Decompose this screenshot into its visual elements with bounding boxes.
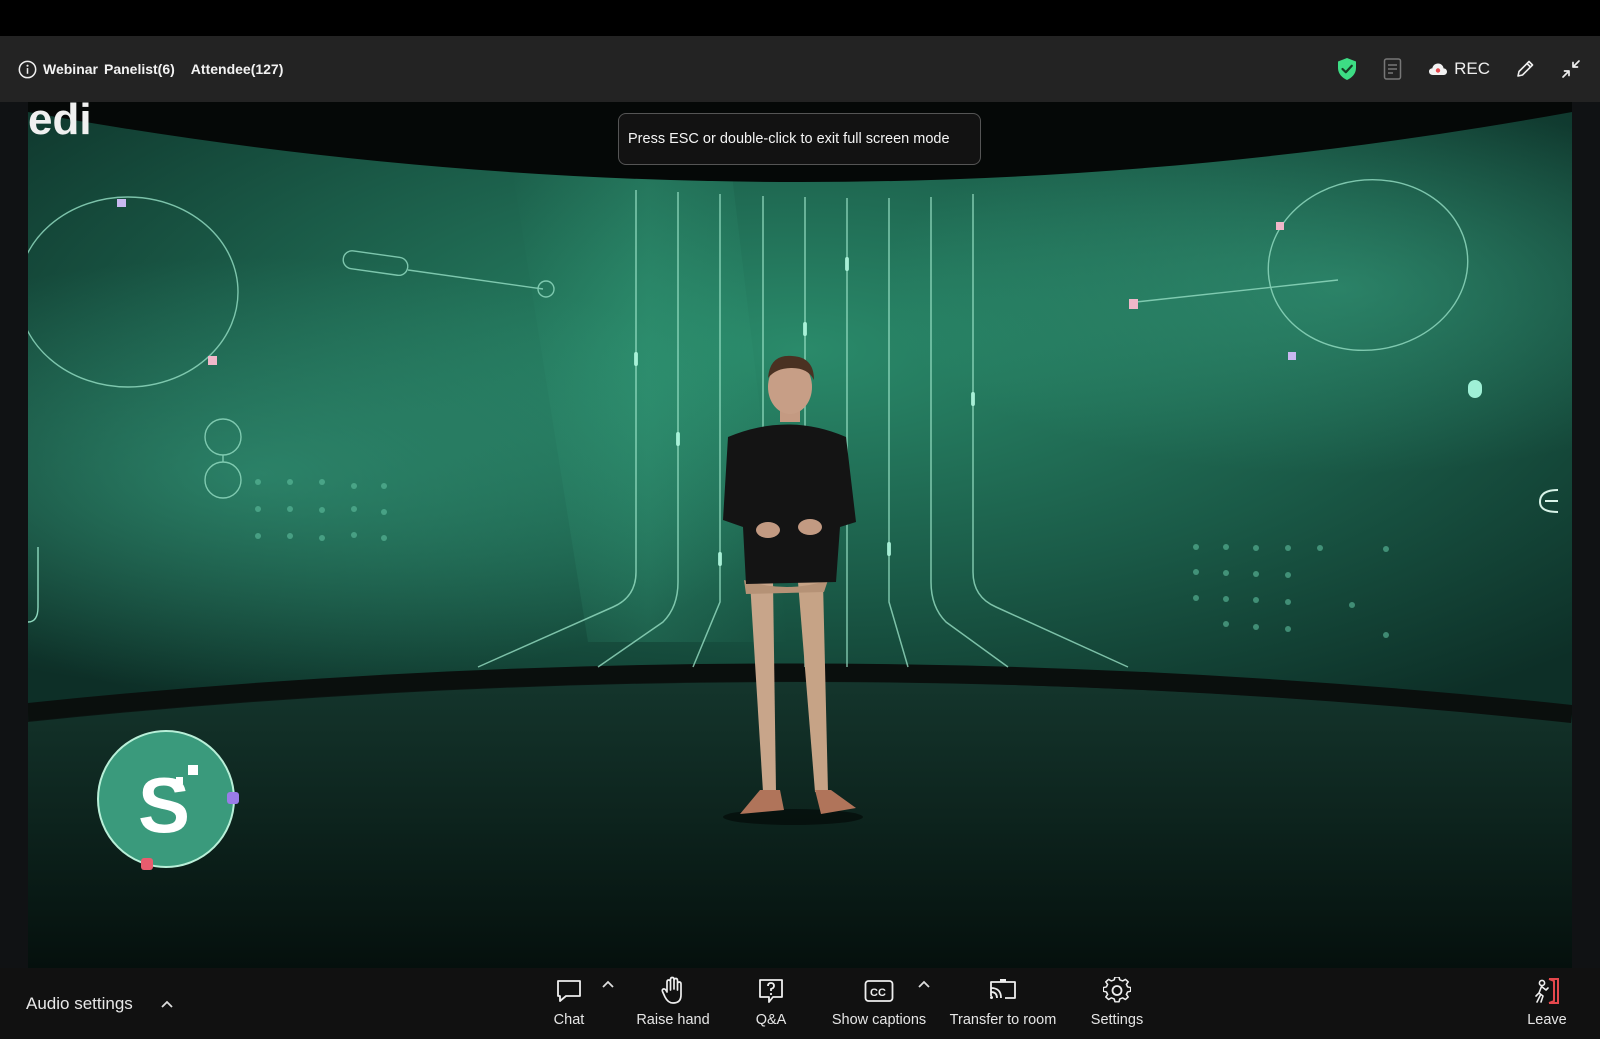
- info-icon[interactable]: [18, 60, 37, 79]
- presenter-video: S edi: [28, 102, 1572, 968]
- transfer-to-room-button[interactable]: Transfer to room: [948, 974, 1058, 1034]
- audio-settings-label: Audio settings: [26, 993, 133, 1013]
- cloud-icon: [1429, 63, 1448, 75]
- show-captions-button[interactable]: CC Show captions: [826, 974, 932, 1034]
- qa-label: Q&A: [755, 1012, 787, 1028]
- fullscreen-notification: Press ESC or double-click to exit full s…: [618, 113, 981, 165]
- panelist-count[interactable]: Panelist(6): [104, 61, 175, 77]
- chat-label: Chat: [553, 1012, 585, 1028]
- closed-captions-icon: CC: [864, 980, 894, 1002]
- attendee-count[interactable]: Attendee(127): [191, 61, 284, 77]
- captions-options-chevron-icon[interactable]: [918, 980, 930, 988]
- exit-door-icon: [1535, 978, 1559, 1004]
- question-icon: [759, 979, 783, 1003]
- svg-text:CC: CC: [870, 987, 886, 999]
- show-captions-label: Show captions: [831, 1012, 927, 1028]
- system-top-bar: [0, 0, 1600, 36]
- raise-hand-label: Raise hand: [636, 1012, 710, 1028]
- notes-icon[interactable]: [1382, 57, 1404, 81]
- chat-button[interactable]: Chat: [543, 974, 595, 1034]
- exit-fullscreen-icon[interactable]: [1560, 58, 1582, 80]
- meeting-toolbar: Audio settings Chat Raise hand Q&A CC Sh…: [0, 968, 1600, 1039]
- security-shield-icon[interactable]: [1336, 57, 1358, 81]
- notification-text: Press ESC or double-click to exit full s…: [628, 131, 950, 147]
- logo-letter: S: [138, 761, 190, 849]
- chevron-up-icon: [161, 1000, 173, 1008]
- meeting-type: Webinar: [43, 61, 98, 77]
- meeting-info: Webinar Panelist(6) Attendee(127): [18, 60, 283, 79]
- transfer-to-room-label: Transfer to room: [949, 1012, 1057, 1028]
- chat-bubble-icon: [557, 980, 581, 1002]
- corner-brand-text: edi: [28, 102, 92, 144]
- raise-hand-button[interactable]: Raise hand: [632, 974, 714, 1034]
- settings-button[interactable]: Settings: [1084, 974, 1150, 1034]
- leave-label: Leave: [1527, 1012, 1567, 1028]
- cloud-recording-button[interactable]: REC: [1428, 59, 1490, 79]
- audio-settings-button[interactable]: Audio settings: [26, 968, 173, 1039]
- meeting-header: Webinar Panelist(6) Attendee(127) REC: [0, 36, 1600, 102]
- video-stage: S edi: [0, 102, 1600, 968]
- chat-options-chevron-icon[interactable]: [602, 980, 614, 988]
- qa-button[interactable]: Q&A: [748, 974, 794, 1034]
- cast-screen-icon: [990, 979, 1016, 999]
- gear-icon: [1103, 977, 1131, 1003]
- settings-label: Settings: [1090, 1012, 1144, 1028]
- rec-label: REC: [1454, 59, 1490, 78]
- hand-icon: [661, 976, 682, 1004]
- annotate-pencil-icon[interactable]: [1514, 58, 1536, 80]
- leave-button[interactable]: Leave: [1522, 974, 1572, 1034]
